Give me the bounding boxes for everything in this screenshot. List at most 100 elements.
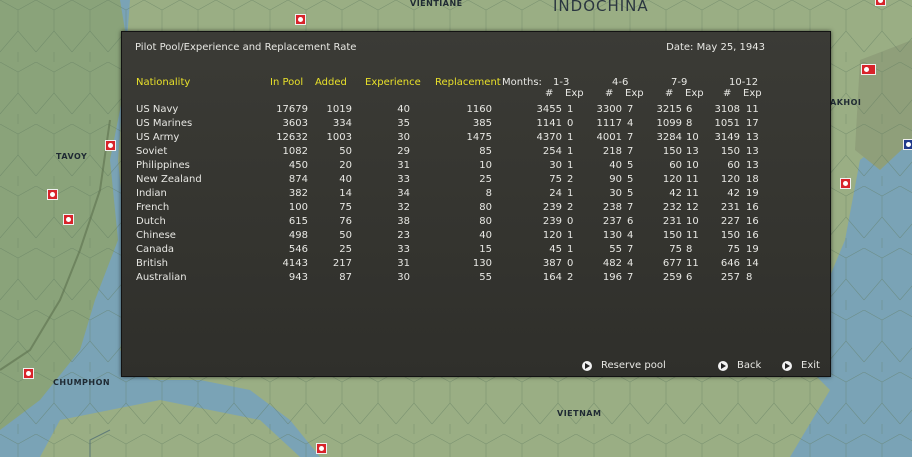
flag-icon[interactable] bbox=[903, 139, 912, 150]
month-group-exp-cell: 11 bbox=[686, 230, 699, 241]
added-cell: 14 bbox=[339, 188, 352, 199]
back-button[interactable]: Back bbox=[718, 360, 761, 371]
dialog-title: Pilot Pool/Experience and Replacement Ra… bbox=[135, 42, 357, 53]
back-label: Back bbox=[737, 360, 762, 371]
month-group-exp-cell: 11 bbox=[686, 174, 699, 185]
subheader-exp: Exp bbox=[625, 88, 644, 99]
pilot-pool-dialog: Pilot Pool/Experience and Replacement Ra… bbox=[121, 31, 831, 377]
header-in-pool: In Pool bbox=[270, 77, 304, 88]
header-months-1-3: 1-3 bbox=[553, 77, 570, 88]
base-marker-icon[interactable] bbox=[875, 0, 886, 6]
month-group-exp-cell: 18 bbox=[746, 174, 759, 185]
base-marker-icon[interactable] bbox=[295, 14, 306, 25]
month-group-count-cell: 257 bbox=[720, 272, 740, 283]
flag-icon[interactable] bbox=[861, 64, 876, 75]
month-group-exp-cell: 10 bbox=[686, 160, 699, 171]
table-row: British 4143 217 31 130 387 0 482 4 677 11 646 14 bbox=[122, 258, 830, 272]
month-group-count-cell: 218 bbox=[602, 146, 622, 157]
experience-cell: 30 bbox=[397, 132, 410, 143]
added-cell: 87 bbox=[339, 272, 352, 283]
month-group-exp-cell: 6 bbox=[686, 104, 693, 115]
added-cell: 1019 bbox=[326, 104, 352, 115]
in-pool-cell: 3603 bbox=[282, 118, 308, 129]
month-group-exp-cell: 4 bbox=[627, 258, 634, 269]
table-row: Soviet 1082 50 29 85 254 1 218 7 150 13 150 13 bbox=[122, 146, 830, 160]
table-row: New Zealand 874 40 33 25 75 2 90 5 120 11 120 18 bbox=[122, 174, 830, 188]
month-group-exp-cell: 13 bbox=[746, 132, 759, 143]
replacement-cell: 1160 bbox=[466, 104, 492, 115]
map-label-akhoi: AKHOI bbox=[830, 98, 862, 107]
subheader-num: # bbox=[605, 88, 614, 99]
added-cell: 75 bbox=[339, 202, 352, 213]
replacement-cell: 40 bbox=[479, 230, 492, 241]
month-group-count-cell: 239 bbox=[542, 202, 562, 213]
base-marker-icon[interactable] bbox=[316, 443, 327, 454]
experience-cell: 35 bbox=[397, 118, 410, 129]
month-group-exp-cell: 4 bbox=[627, 230, 634, 241]
added-cell: 76 bbox=[339, 216, 352, 227]
month-group-count-cell: 231 bbox=[720, 202, 740, 213]
month-group-exp-cell: 16 bbox=[746, 216, 759, 227]
month-group-count-cell: 227 bbox=[720, 216, 740, 227]
month-group-exp-cell: 13 bbox=[686, 146, 699, 157]
experience-cell: 32 bbox=[397, 202, 410, 213]
added-cell: 25 bbox=[339, 244, 352, 255]
month-group-count-cell: 150 bbox=[662, 146, 682, 157]
added-cell: 50 bbox=[339, 230, 352, 241]
month-group-count-cell: 1117 bbox=[596, 118, 622, 129]
nationality-cell: Australian bbox=[136, 272, 187, 283]
table-row: Australian 943 87 30 55 164 2 196 7 259 6 257 8 bbox=[122, 272, 830, 286]
nationality-cell: Soviet bbox=[136, 146, 168, 157]
month-group-count-cell: 3284 bbox=[656, 132, 682, 143]
nationality-cell: US Army bbox=[136, 132, 180, 143]
in-pool-cell: 498 bbox=[288, 230, 308, 241]
month-group-count-cell: 387 bbox=[542, 258, 562, 269]
month-group-exp-cell: 1 bbox=[567, 146, 574, 157]
month-group-count-cell: 120 bbox=[542, 230, 562, 241]
month-group-exp-cell: 2 bbox=[567, 272, 574, 283]
base-marker-icon[interactable] bbox=[840, 178, 851, 189]
base-marker-icon[interactable] bbox=[63, 214, 74, 225]
nationality-cell: Philippines bbox=[136, 160, 190, 171]
in-pool-cell: 4143 bbox=[282, 258, 308, 269]
header-months-7-9: 7-9 bbox=[671, 77, 688, 88]
month-group-exp-cell: 5 bbox=[627, 174, 634, 185]
added-cell: 50 bbox=[339, 146, 352, 157]
month-group-count-cell: 24 bbox=[549, 188, 562, 199]
month-group-count-cell: 3149 bbox=[714, 132, 740, 143]
month-group-count-cell: 75 bbox=[549, 174, 562, 185]
header-experience: Experience bbox=[365, 77, 421, 88]
month-group-count-cell: 4001 bbox=[596, 132, 622, 143]
month-group-count-cell: 120 bbox=[662, 174, 682, 185]
month-group-exp-cell: 5 bbox=[627, 188, 634, 199]
reserve-pool-button[interactable]: Reserve pool bbox=[582, 360, 666, 371]
map-label-vientiane: VIENTIANE bbox=[410, 0, 463, 8]
subheader-exp: Exp bbox=[743, 88, 762, 99]
nationality-cell: Canada bbox=[136, 244, 175, 255]
header-months: Months: bbox=[502, 77, 542, 88]
month-group-exp-cell: 6 bbox=[627, 216, 634, 227]
base-marker-icon[interactable] bbox=[47, 189, 58, 200]
exit-button[interactable]: Exit bbox=[782, 360, 820, 371]
subheader-exp: Exp bbox=[565, 88, 584, 99]
map-label-vietnam: VIETNAM bbox=[557, 409, 602, 418]
experience-cell: 23 bbox=[397, 230, 410, 241]
arrow-icon bbox=[718, 360, 728, 371]
base-marker-icon[interactable] bbox=[23, 368, 34, 379]
nationality-cell: Dutch bbox=[136, 216, 166, 227]
month-group-exp-cell: 13 bbox=[746, 160, 759, 171]
month-group-exp-cell: 0 bbox=[567, 118, 574, 129]
month-group-count-cell: 237 bbox=[602, 216, 622, 227]
month-group-exp-cell: 7 bbox=[627, 104, 634, 115]
in-pool-cell: 943 bbox=[288, 272, 308, 283]
month-group-exp-cell: 8 bbox=[746, 272, 753, 283]
in-pool-cell: 100 bbox=[288, 202, 308, 213]
month-group-count-cell: 45 bbox=[549, 244, 562, 255]
table-row: Philippines 450 20 31 10 30 1 40 5 60 10 60 13 bbox=[122, 160, 830, 174]
month-group-exp-cell: 19 bbox=[746, 244, 759, 255]
month-group-exp-cell: 7 bbox=[627, 244, 634, 255]
month-group-exp-cell: 19 bbox=[746, 188, 759, 199]
base-marker-icon[interactable] bbox=[105, 140, 116, 151]
month-group-count-cell: 75 bbox=[727, 244, 740, 255]
month-group-count-cell: 1051 bbox=[714, 118, 740, 129]
